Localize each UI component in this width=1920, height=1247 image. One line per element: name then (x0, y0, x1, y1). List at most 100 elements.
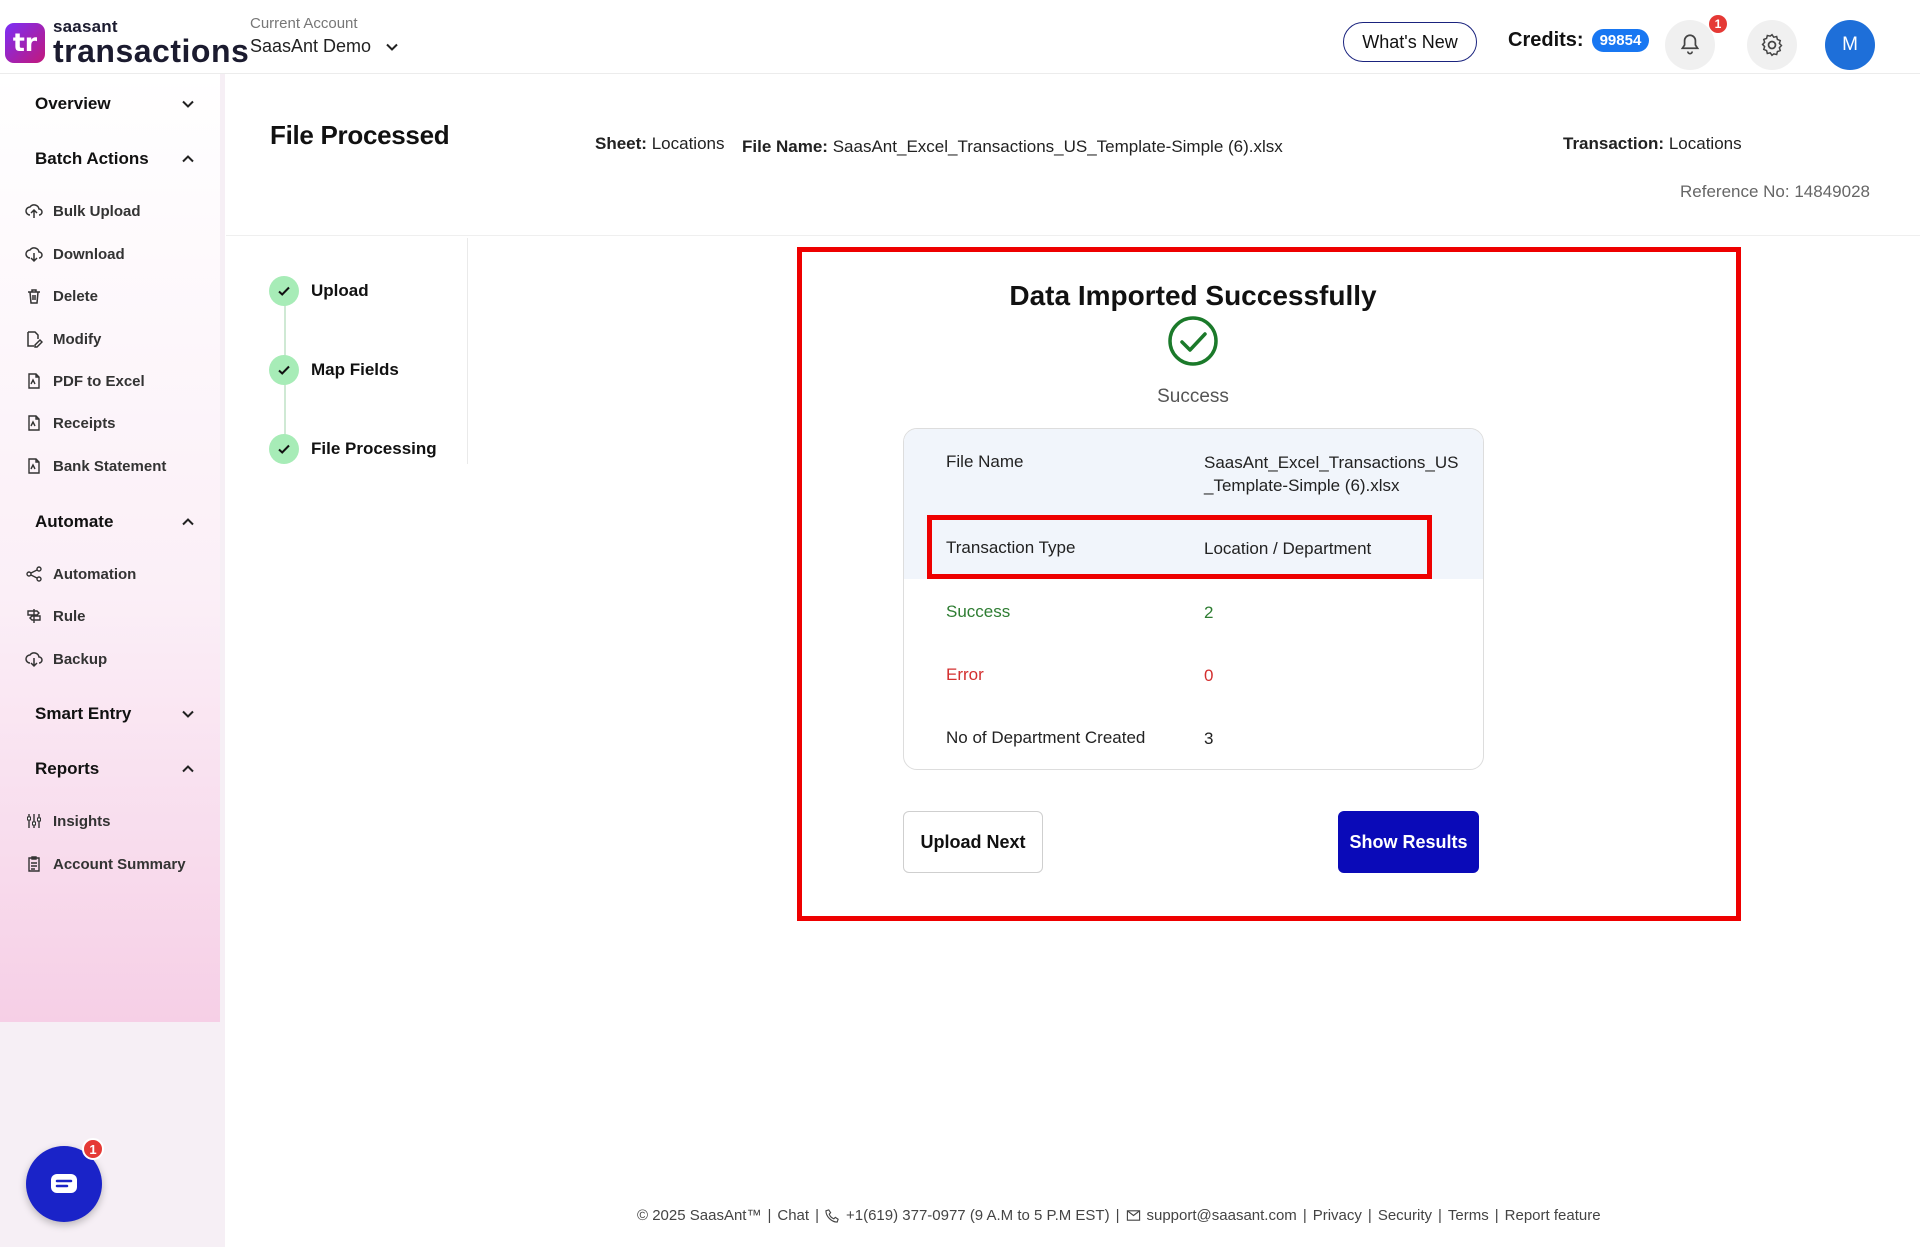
sidebar-item-label: Automation (53, 565, 137, 583)
sidebar-item-delete[interactable]: Delete (25, 287, 98, 305)
footer-report-feature-link[interactable]: Report feature (1505, 1207, 1601, 1224)
logo-text: saasant transactions (53, 18, 249, 67)
sidebar-section-label: Automate (35, 512, 114, 531)
check-icon (278, 444, 290, 454)
footer-separator: | (1494, 1207, 1499, 1224)
show-results-button[interactable]: Show Results (1338, 811, 1479, 873)
chat-badge: 1 (82, 1138, 104, 1160)
document-icon (28, 458, 40, 474)
sidebar-item-modify[interactable]: Modify (25, 330, 101, 348)
credits-label: Credits: (1508, 29, 1584, 51)
mail-icon (1126, 1210, 1140, 1221)
sidebar-item-label: Bulk Upload (53, 202, 141, 220)
sidebar-item-rule[interactable]: Rule (25, 607, 86, 625)
share-nodes-icon (26, 566, 42, 582)
reference-number: Reference No: 14849028 (1680, 182, 1870, 201)
sidebar-section-label: Smart Entry (35, 704, 132, 723)
transaction-value: Locations (1668, 134, 1742, 153)
footer-security-link[interactable]: Security (1378, 1207, 1432, 1224)
receipt-icon (28, 415, 40, 431)
step-label: File Processing (311, 439, 437, 458)
pdf-file-icon (28, 373, 40, 389)
notifications-button[interactable] (1665, 20, 1715, 70)
footer-email[interactable]: support@saasant.com (1147, 1207, 1297, 1224)
transaction-info: Transaction: Locations (1563, 134, 1742, 154)
sidebar-section-label: Batch Actions (35, 149, 149, 168)
row-departments-created-value: 3 (1204, 729, 1214, 748)
sidebar-section-batch-actions[interactable]: Batch Actions (35, 149, 195, 169)
sidebar-item-account-summary[interactable]: Account Summary (25, 855, 186, 873)
check-icon (278, 365, 290, 375)
footer-copyright: © 2025 SaasAnt™ (637, 1207, 762, 1224)
sidebar-item-label: Receipts (53, 414, 116, 432)
footer-separator: | (1438, 1207, 1442, 1224)
sidebar-item-bulk-upload[interactable]: Bulk Upload (25, 202, 141, 220)
chat-icon (51, 1174, 77, 1193)
footer-terms-link[interactable]: Terms (1448, 1207, 1489, 1224)
chevron-up-icon (182, 765, 194, 773)
row-error-value: 0 (1204, 666, 1214, 685)
sidebar-item-automation[interactable]: Automation (25, 565, 136, 583)
chevron-down-icon (386, 43, 398, 51)
sidebar-section-overview[interactable]: Overview (35, 94, 195, 114)
app-logo[interactable]: tr saasant transactions (5, 18, 249, 67)
trash-icon (28, 289, 40, 304)
transaction-label: Transaction: (1563, 134, 1665, 153)
account-value: SaasAnt Demo (250, 36, 372, 56)
logo-big: transactions (53, 33, 250, 69)
edit-icon (27, 331, 43, 348)
check-icon (278, 286, 290, 296)
sidebar-item-label: Download (53, 245, 125, 263)
row-departments-created-label: No of Department Created (946, 728, 1146, 747)
footer-separator: | (1367, 1207, 1372, 1224)
result-title: Data Imported Successfully (1009, 280, 1377, 311)
sidebar-item-backup[interactable]: Backup (25, 650, 107, 668)
step-label: Upload (311, 281, 369, 300)
sidebar-item-insights[interactable]: Insights (25, 812, 111, 830)
sheet-value: Locations (651, 134, 725, 153)
step-file-processing: File Processing (269, 434, 437, 464)
chevron-down-icon (182, 710, 194, 718)
sidebar-item-receipts[interactable]: Receipts (25, 414, 116, 432)
account-switcher[interactable]: Current Account SaasAnt Demo (250, 15, 399, 57)
sidebar-item-label: Delete (53, 287, 99, 305)
footer: © 2025 SaasAnt™ | Chat | +1(619) 377-097… (637, 1207, 1601, 1224)
row-file-name-label: File Name (946, 452, 1024, 471)
sheet-label: Sheet: (595, 134, 647, 153)
sidebar-section-smart-entry[interactable]: Smart Entry (35, 704, 195, 724)
chevron-down-icon (182, 100, 194, 108)
sidebar-item-download[interactable]: Download (25, 245, 125, 263)
settings-button[interactable] (1747, 20, 1797, 70)
sidebar-section-automate[interactable]: Automate (35, 512, 195, 532)
account-label: Current Account (250, 15, 358, 32)
footer-separator: | (767, 1207, 772, 1224)
cloud-upload-icon (25, 204, 43, 218)
highlight-frame-transaction-type (927, 515, 1432, 579)
account-value-row[interactable]: SaasAnt Demo (250, 36, 399, 57)
sidebar-section-reports[interactable]: Reports (35, 759, 195, 779)
sidebar-item-label: Account Summary (53, 855, 186, 873)
row-error-label: Error (946, 665, 984, 684)
file-name-info: File Name: SaasAnt_Excel_Transactions_US… (742, 137, 1283, 157)
page-title: File Processed (270, 120, 450, 150)
sidebar-item-pdf-to-excel[interactable]: PDF to Excel (25, 372, 145, 390)
phone-icon (825, 1209, 839, 1223)
sheet-info: Sheet: Locations (595, 134, 724, 154)
chevron-up-icon (182, 155, 194, 163)
sidebar-section-label: Overview (35, 94, 111, 113)
whats-new-button[interactable]: What's New (1343, 22, 1477, 62)
footer-chat-link[interactable]: Chat (777, 1207, 809, 1224)
file-name-label: File Name: (742, 137, 828, 156)
cloud-backup-icon (25, 652, 43, 668)
footer-phone[interactable]: +1(619) 377-0977 (9 A.M to 5 P.M EST) (846, 1207, 1110, 1224)
bell-icon (1680, 34, 1700, 55)
step-map-fields: Map Fields (269, 355, 399, 385)
sidebar-item-bank-statement[interactable]: Bank Statement (25, 457, 166, 475)
step-complete-dot (269, 434, 299, 464)
sidebar-item-label: Modify (53, 330, 102, 348)
user-avatar[interactable]: M (1825, 20, 1875, 70)
sidebar-section-label: Reports (35, 759, 100, 778)
step-complete-dot (269, 355, 299, 385)
footer-privacy-link[interactable]: Privacy (1313, 1207, 1362, 1224)
upload-next-button[interactable]: Upload Next (903, 811, 1043, 873)
